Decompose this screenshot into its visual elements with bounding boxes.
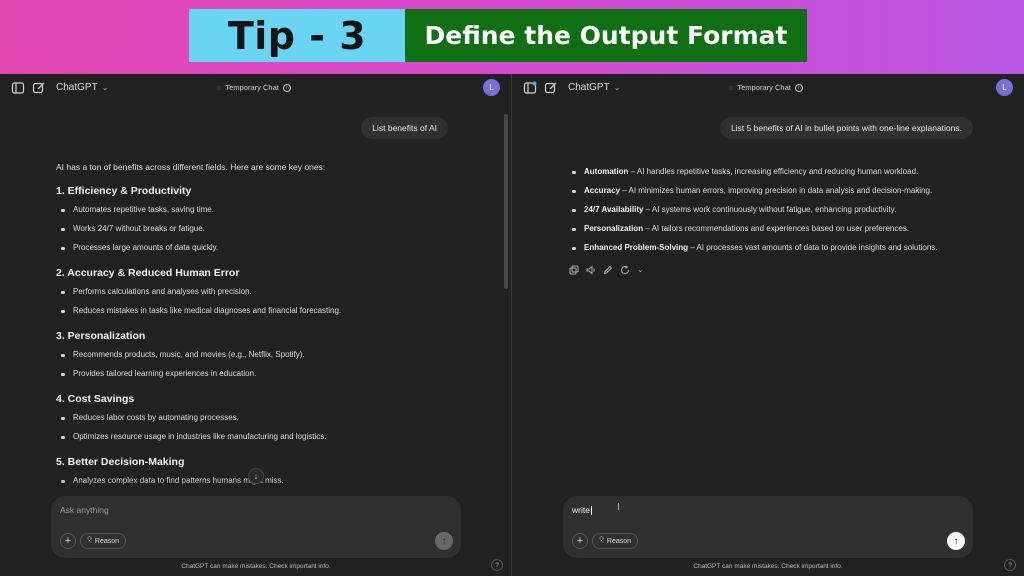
ibeam-cursor-icon: I: [617, 502, 620, 513]
user-message: List benefits of AI: [361, 117, 448, 139]
info-icon[interactable]: i: [794, 83, 803, 92]
reason-button[interactable]: 💡︎ Reason: [80, 533, 127, 549]
plus-icon: +: [576, 535, 584, 547]
help-button[interactable]: ?: [491, 559, 503, 571]
list-item: Reduces mistakes in tasks like medical d…: [56, 305, 491, 317]
scrollbar[interactable]: [504, 114, 508, 289]
item-text: – AI handles repetitive tasks, increasin…: [628, 167, 919, 176]
copy-icon[interactable]: [569, 265, 579, 275]
message-actions: ⌄: [569, 265, 644, 275]
assistant-answer: AI has a ton of benefits across differen…: [56, 162, 491, 494]
disclaimer: ChatGPT can make mistakes. Check importa…: [181, 563, 331, 570]
lightbulb-icon: 💡︎: [87, 537, 92, 544]
item-term: 24/7 Availability: [584, 205, 644, 214]
list-item: Processes large amounts of data quickly.: [56, 242, 491, 254]
model-name: ChatGPT: [568, 82, 610, 93]
list-item: 24/7 Availability – AI systems work cont…: [572, 204, 1004, 216]
banner-title: Define the Output Format: [405, 9, 807, 62]
send-button[interactable]: ↑: [435, 532, 453, 550]
reason-label: Reason: [606, 537, 632, 545]
user-message: List 5 benefits of AI in bullet points w…: [719, 117, 973, 139]
reason-label: Reason: [94, 537, 120, 545]
list-item: Enhanced Problem-Solving – AI processes …: [572, 242, 1004, 254]
sidebar-toggle-icon[interactable]: [11, 81, 25, 95]
list-item: Reduces labor costs by automating proces…: [56, 412, 491, 424]
answer-intro: AI has a ton of benefits across differen…: [56, 162, 326, 172]
list-item: Accuracy – AI minimizes human errors, im…: [572, 185, 1004, 197]
list-item: Recommends products, music, and movies (…: [56, 349, 491, 361]
arrow-up-icon: ↑: [953, 535, 959, 547]
attach-button[interactable]: +: [60, 533, 76, 549]
item-text: – AI systems work continuously without f…: [643, 205, 897, 214]
item-text: – AI minimizes human errors, improving p…: [620, 186, 933, 195]
message-input-value: write: [572, 505, 590, 515]
left-chat-pane: ChatGPT ⌄ ◌ Temporary Chat i L List bene…: [0, 74, 512, 576]
list-item: Automates repetitive tasks, saving time.: [56, 204, 491, 216]
composer: Ask anything + 💡︎ Reason ↑: [51, 496, 461, 558]
item-term: Accuracy: [584, 186, 621, 195]
section-title: 5. Better Decision-Making: [56, 456, 185, 468]
list-item: Performs calculations and analyses with …: [56, 286, 491, 298]
new-chat-icon[interactable]: [544, 81, 558, 95]
section-title: 1. Efficiency & Productivity: [56, 185, 192, 197]
scroll-down-button[interactable]: ↓: [248, 468, 264, 484]
item-term: Automation: [584, 167, 629, 176]
item-text: – AI tailors recommendations and experie…: [643, 224, 910, 233]
right-topbar: ChatGPT ⌄ ◌ Temporary Chat i L: [512, 74, 1024, 102]
temporary-chat-label: Temporary Chat: [737, 83, 791, 92]
disclaimer: ChatGPT can make mistakes. Check importa…: [693, 563, 843, 570]
chevron-down-icon[interactable]: ⌄: [637, 265, 644, 275]
chevron-down-icon: ⌄: [101, 83, 109, 92]
list-item: Works 24/7 without breaks or fatigue.: [56, 223, 491, 235]
item-text: – AI processes vast amounts of data to p…: [688, 243, 938, 252]
temporary-chat-label: Temporary Chat: [225, 83, 279, 92]
model-selector[interactable]: ChatGPT ⌄: [568, 82, 620, 93]
temporary-chat-indicator[interactable]: ◌ Temporary Chat i: [217, 83, 291, 92]
model-selector[interactable]: ChatGPT ⌄: [56, 82, 108, 93]
chevron-down-icon: ⌄: [613, 83, 621, 92]
regenerate-icon[interactable]: [620, 265, 630, 275]
read-aloud-icon[interactable]: [586, 265, 596, 275]
item-term: Enhanced Problem-Solving: [584, 243, 689, 252]
message-input[interactable]: write: [572, 505, 592, 516]
reason-button[interactable]: 💡︎ Reason: [592, 533, 639, 549]
temporary-chat-indicator[interactable]: ◌ Temporary Chat i: [729, 83, 803, 92]
assistant-answer-list: Automation – AI handles repetitive tasks…: [572, 166, 1004, 261]
avatar[interactable]: L: [996, 79, 1013, 96]
message-input[interactable]: Ask anything: [60, 505, 109, 515]
list-item: Personalization – AI tailors recommendat…: [572, 223, 1004, 235]
tip-banner: Tip - 3 Define the Output Format: [189, 9, 807, 62]
list-item: Optimizes resource usage in industries l…: [56, 431, 491, 443]
section-title: 4. Cost Savings: [56, 393, 135, 405]
section-title: 3. Personalization: [56, 330, 146, 342]
composer: write I + 💡︎ Reason ↑: [563, 496, 973, 558]
new-chat-icon[interactable]: [32, 81, 46, 95]
edit-canvas-icon[interactable]: [603, 265, 613, 275]
plus-icon: +: [64, 535, 72, 547]
model-name: ChatGPT: [56, 82, 98, 93]
sidebar-toggle-icon[interactable]: [523, 81, 537, 95]
help-button[interactable]: ?: [1004, 559, 1016, 571]
attach-button[interactable]: +: [572, 533, 588, 549]
send-button[interactable]: ↑: [947, 532, 965, 550]
temporary-chat-icon: ◌: [729, 83, 734, 92]
list-item: Automation – AI handles repetitive tasks…: [572, 166, 1004, 178]
temporary-chat-icon: ◌: [217, 83, 222, 92]
list-item: Provides tailored learning experiences i…: [56, 368, 491, 380]
right-chat-pane: ChatGPT ⌄ ◌ Temporary Chat i L List 5 be…: [512, 74, 1024, 576]
info-icon[interactable]: i: [282, 83, 291, 92]
lightbulb-icon: 💡︎: [599, 537, 604, 544]
avatar[interactable]: L: [483, 79, 500, 96]
left-topbar: ChatGPT ⌄ ◌ Temporary Chat i L: [0, 74, 511, 102]
section-title: 2. Accuracy & Reduced Human Error: [56, 267, 240, 279]
item-term: Personalization: [584, 224, 644, 233]
arrow-up-icon: ↑: [441, 535, 447, 547]
text-caret: [590, 506, 592, 516]
banner-tip-label: Tip - 3: [189, 9, 405, 62]
arrow-down-icon: ↓: [253, 471, 259, 481]
